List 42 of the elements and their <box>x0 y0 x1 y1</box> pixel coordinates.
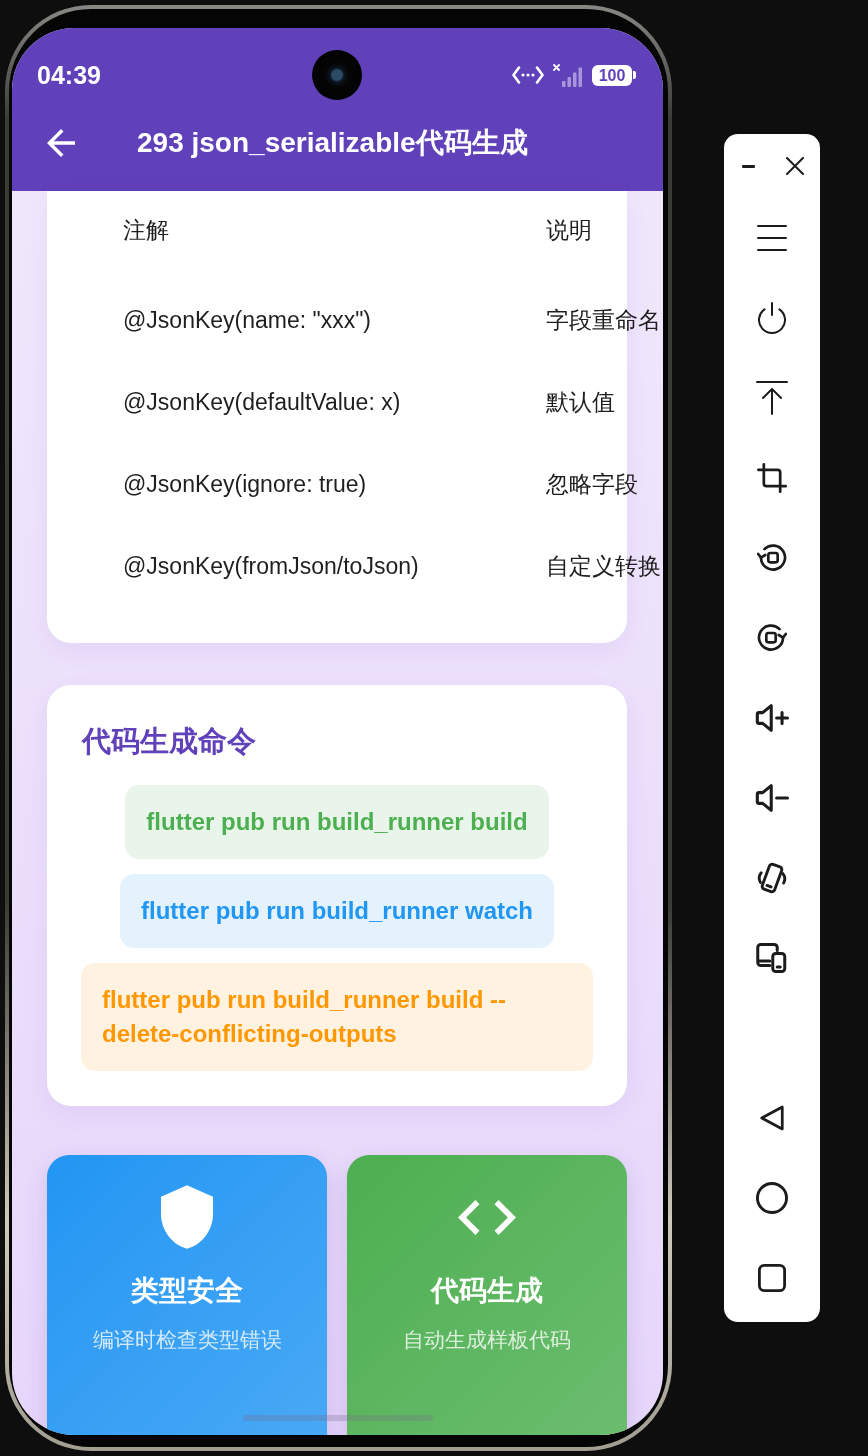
close-icon[interactable] <box>786 157 804 175</box>
command-snippet: flutter pub run build_runner build --delete-conflicting-outputs <box>81 963 593 1071</box>
table-cell-text: 忽略字段 <box>546 470 639 499</box>
volume-down-icon[interactable] <box>755 784 789 812</box>
phone-rotate-icon[interactable] <box>756 862 788 894</box>
feature-subtitle: 编译时检查类型错误 <box>92 1327 282 1353</box>
shield-icon <box>161 1185 213 1249</box>
table-cell-text: @JsonKey(name: "xxx") <box>123 306 373 335</box>
battery-indicator: 100 <box>592 64 636 86</box>
recents-icon[interactable] <box>758 1264 786 1292</box>
table-cell-text: @JsonKey(defaultValue: x) <box>123 388 402 417</box>
power-icon[interactable] <box>758 302 786 334</box>
front-camera-icon <box>311 50 362 100</box>
data-transfer-icon <box>512 66 544 84</box>
code-icon <box>458 1199 516 1235</box>
devices-icon[interactable] <box>756 943 788 973</box>
command-snippet: flutter pub run build_runner watch <box>120 874 554 948</box>
table-cell-text: 自定义转换 <box>546 552 661 581</box>
menu-icon[interactable] <box>757 225 787 251</box>
feature-title: 类型安全 <box>131 1274 243 1308</box>
signal-icon <box>553 63 583 87</box>
home-icon[interactable] <box>756 1182 788 1214</box>
page-title: 293 json_serializable代码生成 <box>137 126 528 160</box>
table-cell-text: @JsonKey(fromJson/toJson) <box>123 552 420 581</box>
crop-icon[interactable] <box>757 463 787 493</box>
arrow-up-to-line-icon[interactable] <box>756 381 788 415</box>
minimize-icon[interactable] <box>741 164 755 168</box>
table-cell-text: 字段重命名 <box>546 306 661 335</box>
table-cell-text: @JsonKey(ignore: true) <box>123 470 368 499</box>
column-header: 注解 <box>123 216 170 245</box>
column-header: 说明 <box>546 216 593 245</box>
card-title: 代码生成命令 <box>82 724 257 759</box>
rotate-right-icon[interactable] <box>757 624 787 652</box>
back-arrow-icon[interactable] <box>47 129 75 157</box>
feature-subtitle: 自动生成样板代码 <box>403 1327 571 1353</box>
status-time: 04:39 <box>37 60 101 90</box>
command-snippet: flutter pub run build_runner build <box>125 785 549 859</box>
volume-up-icon[interactable] <box>755 704 789 732</box>
rotate-left-icon[interactable] <box>757 544 787 572</box>
back-icon[interactable] <box>759 1104 785 1132</box>
feature-title: 代码生成 <box>431 1274 543 1308</box>
table-cell-text: 默认值 <box>546 388 616 417</box>
